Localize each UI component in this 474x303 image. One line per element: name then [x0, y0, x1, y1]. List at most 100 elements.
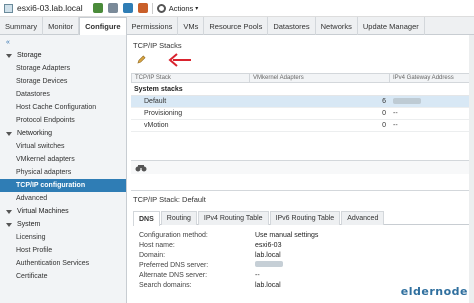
tab-configure[interactable]: Configure	[79, 17, 127, 36]
section-label: Networking	[17, 130, 53, 137]
subtab-ipv4-routing-table[interactable]: IPv4 Routing Table	[197, 211, 269, 225]
field-label: Alternate DNS server:	[139, 271, 208, 279]
field-value: esxi6-03	[255, 241, 282, 249]
stack-name: Default	[144, 98, 167, 105]
section-label: Storage	[17, 52, 42, 59]
stack-name: vMotion	[144, 122, 169, 129]
field-preferred-dns: Preferred DNS server:	[139, 260, 474, 270]
sidebar-item-storage-adapters[interactable]: Storage Adapters	[0, 62, 126, 75]
stack-name: Provisioning	[144, 110, 183, 117]
main-panel: TCP/IP Stacks TCP/IP Stack VMkernel Adap…	[129, 35, 474, 303]
sidebar-item-protocol-endpoints[interactable]: Protocol Endpoints	[0, 114, 126, 127]
binoculars-icon[interactable]	[135, 164, 147, 172]
sidebar-section-virtual-machines[interactable]: Virtual Machines	[0, 205, 126, 218]
sidebar-section-networking[interactable]: Networking	[0, 127, 126, 140]
sidebar-item-vmkernel-adapters[interactable]: VMkernel adapters	[0, 153, 126, 166]
field-label: Host name:	[139, 241, 175, 249]
sidebar-item-licensing[interactable]: Licensing	[0, 231, 126, 244]
eldernode-logo: eldernode	[400, 285, 468, 298]
sidebar-item-storage-devices[interactable]: Storage Devices	[0, 75, 126, 88]
section-label: System	[17, 221, 41, 228]
collapse-sidebar-button[interactable]: «	[0, 35, 126, 49]
field-label: Domain:	[139, 251, 166, 259]
adapter-count: 0	[382, 110, 386, 117]
column-header-gateway[interactable]: IPv4 Gateway Address	[390, 74, 473, 82]
sidebar-item-physical-adapters[interactable]: Physical adapters	[0, 166, 126, 179]
gateway-address: --	[393, 122, 398, 129]
sidebar-section-storage[interactable]: Storage	[0, 49, 126, 62]
field-label: Preferred DNS server:	[139, 261, 209, 269]
deploy-icon[interactable]	[122, 3, 133, 13]
sidebar-item-tcpip-configuration[interactable]: TCP/IP configuration	[0, 179, 126, 192]
host-title: esxi6-03.lab.local	[17, 3, 83, 13]
field-domain: Domain: lab.local	[139, 250, 474, 260]
configure-sidebar: « Storage Storage Adapters Storage Devic…	[0, 35, 127, 303]
actions-menu-button[interactable]: Actions ▾	[156, 3, 199, 13]
title-bar: esxi6-03.lab.local Actions ▾	[0, 0, 474, 17]
vertical-scrollbar[interactable]	[469, 35, 474, 303]
table-row[interactable]: vMotion 0 --	[131, 120, 474, 132]
field-host-name: Host name: esxi6-03	[139, 240, 474, 250]
field-label: Search domains:	[139, 281, 192, 289]
sidebar-item-datastores[interactable]: Datastores	[0, 88, 126, 101]
tab-monitor[interactable]: Monitor	[43, 17, 80, 35]
table-row[interactable]: Provisioning 0 --	[131, 108, 474, 120]
grid-header: TCP/IP Stack VMkernel Adapters IPv4 Gate…	[131, 73, 474, 83]
tab-update-manager[interactable]: Update Manager	[358, 17, 425, 35]
tab-resource-pools[interactable]: Resource Pools	[204, 17, 269, 35]
detail-subtabs: DNS Routing IPv4 Routing Table IPv6 Rout…	[133, 211, 474, 226]
edit-pencil-icon[interactable]	[137, 55, 146, 64]
group-row-system-stacks: System stacks	[131, 83, 474, 96]
tab-vms[interactable]: VMs	[178, 17, 205, 35]
host-settings-icon[interactable]	[107, 3, 118, 13]
subtab-ipv6-routing-table[interactable]: IPv6 Routing Table	[269, 211, 341, 225]
sidebar-item-certificate[interactable]: Certificate	[0, 270, 126, 283]
expand-triangle-icon	[6, 222, 12, 227]
field-configuration-method: Configuration method: Use manual setting…	[139, 230, 474, 240]
shutdown-icon[interactable]	[137, 3, 148, 13]
detail-title: TCP/IP Stack: Default	[133, 195, 206, 204]
field-label: Configuration method:	[139, 231, 208, 239]
field-value: lab.local	[255, 281, 281, 289]
gear-icon	[156, 3, 166, 13]
grid-footer	[131, 160, 474, 174]
tab-summary[interactable]: Summary	[0, 17, 44, 35]
adapter-count: 6	[382, 98, 386, 105]
adapter-count: 0	[382, 122, 386, 129]
gateway-address: --	[393, 110, 398, 117]
field-value: --	[255, 271, 260, 279]
tab-networks[interactable]: Networks	[316, 17, 358, 35]
new-vm-icon[interactable]	[92, 3, 103, 13]
object-tabs: Summary Monitor Configure Permissions VM…	[0, 17, 474, 36]
column-header-adapters[interactable]: VMkernel Adapters	[250, 74, 390, 82]
field-value: Use manual settings	[255, 231, 319, 239]
subtab-routing[interactable]: Routing	[160, 211, 197, 225]
sidebar-section-system[interactable]: System	[0, 218, 126, 231]
gateway-address	[389, 97, 474, 106]
subtab-dns[interactable]: DNS	[133, 211, 160, 226]
red-arrow-icon	[168, 53, 191, 67]
host-icon	[4, 3, 13, 13]
redacted-value	[255, 261, 283, 267]
sidebar-item-virtual-switches[interactable]: Virtual switches	[0, 140, 126, 153]
tab-permissions[interactable]: Permissions	[127, 17, 179, 35]
expand-triangle-icon	[6, 53, 12, 58]
sidebar-item-authentication-services[interactable]: Authentication Services	[0, 257, 126, 270]
tab-datastores[interactable]: Datastores	[268, 17, 316, 35]
subtab-advanced[interactable]: Advanced	[341, 211, 385, 225]
sidebar-item-host-cache[interactable]: Host Cache Configuration	[0, 101, 126, 114]
field-alternate-dns: Alternate DNS server: --	[139, 270, 474, 280]
field-value	[255, 261, 283, 269]
actions-label: Actions	[168, 3, 194, 13]
field-value: lab.local	[255, 251, 281, 259]
chevron-down-icon: ▾	[195, 5, 199, 12]
sidebar-item-advanced[interactable]: Advanced	[0, 192, 126, 205]
grid-toolbar	[129, 51, 474, 69]
detail-panel: TCP/IP Stack: Default DNS Routing IPv4 R…	[131, 190, 474, 290]
redacted-value	[393, 97, 421, 104]
table-row[interactable]: Default 6	[131, 96, 474, 108]
column-header-stack[interactable]: TCP/IP Stack	[132, 74, 250, 82]
toolbar-icons	[92, 3, 148, 13]
expand-triangle-icon	[6, 131, 12, 136]
sidebar-item-host-profile[interactable]: Host Profile	[0, 244, 126, 257]
